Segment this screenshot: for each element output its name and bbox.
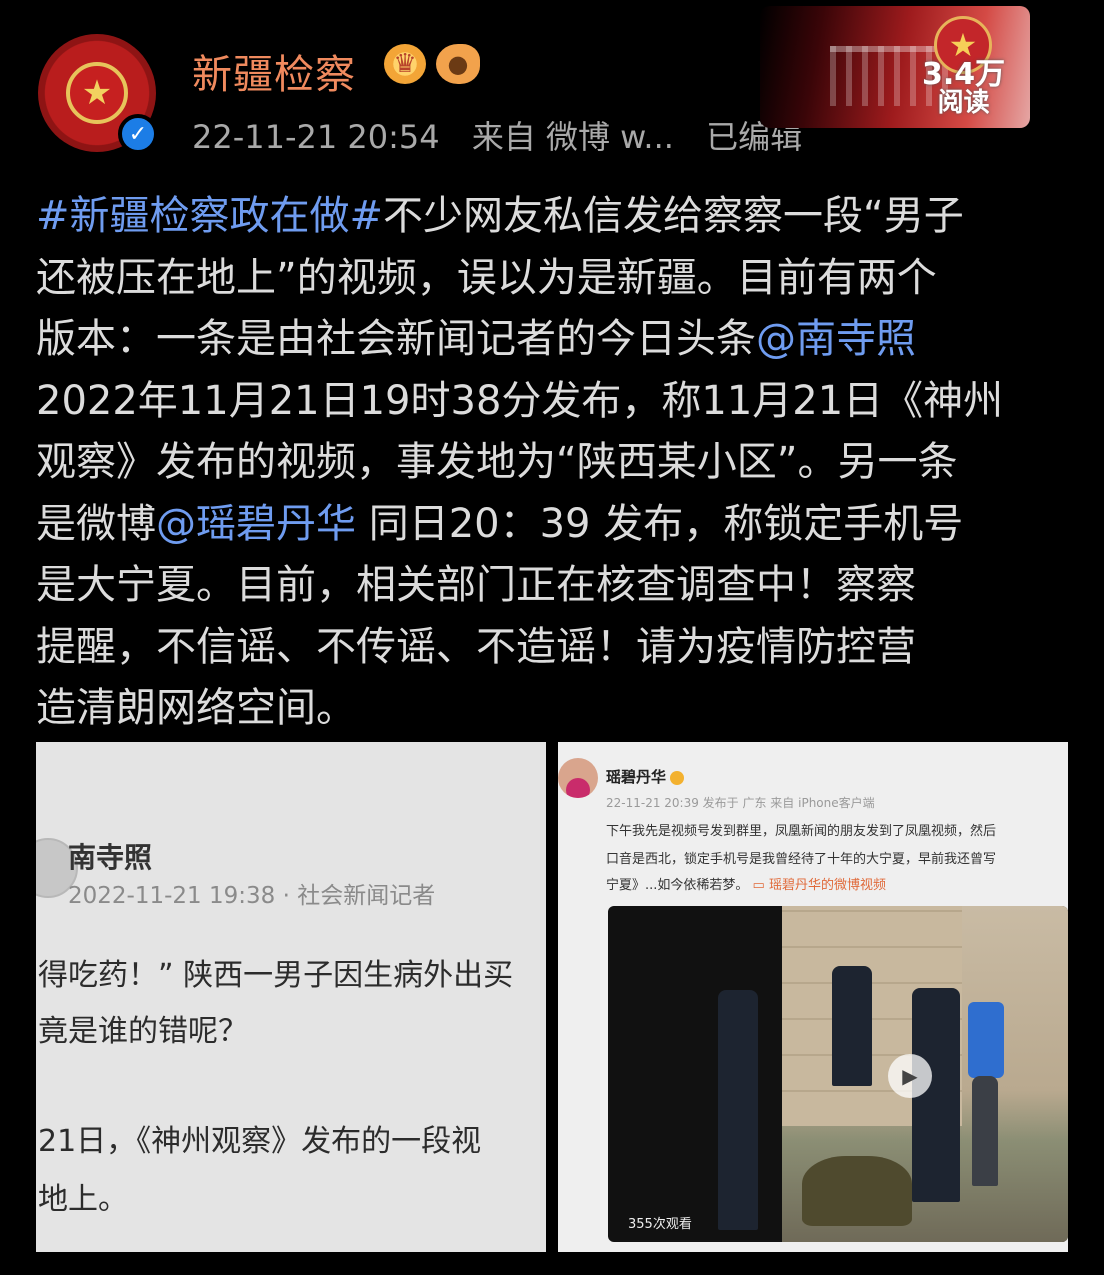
post-text-segment: 造清朗网络空间。 xyxy=(36,685,356,731)
video-thumbnail[interactable]: ▶ 355次观看 xyxy=(608,906,1068,1242)
video-person-vest xyxy=(968,1002,1004,1078)
post-text: #新疆检察政在做#不少网友私信发给察察一段“男子还被压在地上”的视频，误以为是新… xyxy=(36,186,1076,740)
post-text-segment: 不少网友私信发给察察一段“男子 xyxy=(383,193,964,239)
post-text-line: 观察》发布的视频，事发地为“陕西某小区”。另一条 xyxy=(36,432,1076,494)
source[interactable]: 来自 微博 w... xyxy=(472,118,674,156)
post-text-segment: 是微博 xyxy=(36,500,156,547)
post-text-line: 版本：一条是由社会新闻记者的今日头条@南寺照 xyxy=(36,309,1076,371)
post-text-segment: 版本：一条是由社会新闻记者的今日头条 xyxy=(36,316,756,362)
post-text-line: 还被压在地上”的视频，误以为是新疆。目前有两个 xyxy=(36,248,1076,310)
post-text-line: #新疆检察政在做#不少网友私信发给察察一段“男子 xyxy=(36,186,1076,248)
view-count: 355次观看 xyxy=(628,1217,692,1232)
verified-badge-icon: ✓ xyxy=(118,114,158,154)
author-name: 瑶碧丹华 xyxy=(606,766,685,787)
mention-link[interactable]: @南寺照 xyxy=(756,316,916,362)
read-count-number: 3.4万 xyxy=(922,57,1006,92)
post-text-line: 2022年11月21日19时38分发布，称11月21日《神州 xyxy=(36,371,1076,433)
post-line: 宁夏》...如今依稀若梦。 ▭ 瑶碧丹华的微博视频 xyxy=(606,878,886,893)
post-text-line: 提醒，不信谣、不传谣、不造谣！请为疫情防控营 xyxy=(36,617,1076,679)
hashtag-link[interactable]: #新疆检察政在做# xyxy=(36,193,383,239)
post-line: 下午我先是视频号发到群里，凤凰新闻的朋友发到了凤凰视频，然后 xyxy=(606,824,997,839)
username[interactable]: 新疆检察 xyxy=(192,42,356,100)
post-text-segment: 2022年11月21日19时38分发布，称11月21日《神州 xyxy=(36,377,1004,424)
post-text-segment: 提醒，不信谣、不传谣、不造谣！请为疫情防控营 xyxy=(36,623,916,670)
post-text-segment: 是大宁夏。目前，相关部门正在核查调查中！察察 xyxy=(36,562,916,608)
post-text-line: 是微博@瑶碧丹华 同日20：39 发布，称锁定手机号 xyxy=(36,494,1076,556)
post-line: 口音是西北，锁定手机号是我曾经待了十年的大宁夏，早前我还曾写 xyxy=(606,852,997,867)
video-link[interactable]: ▭ 瑶碧丹华的微博视频 xyxy=(753,878,886,893)
author-meta: 2022-11-21 19:38 · 社会新闻记者 xyxy=(68,883,436,909)
fish-badge-icon[interactable]: ● xyxy=(436,44,480,84)
video-person xyxy=(718,990,758,1230)
post-text-line: 造清朗网络空间。 xyxy=(36,678,1076,740)
avatar xyxy=(558,758,598,798)
star-emblem-icon: ★ xyxy=(66,62,128,124)
play-icon[interactable]: ▶ xyxy=(888,1054,932,1098)
post-text-segment: 观察》发布的视频，事发地为“陕西某小区”。另一条 xyxy=(36,439,958,485)
post-text-segment: 同日20：39 发布，称锁定手机号 xyxy=(356,500,964,547)
video-person xyxy=(832,966,872,1086)
post-text-line: 是大宁夏。目前，相关部门正在核查调查中！察察 xyxy=(36,555,1076,617)
author-name: 南寺照 xyxy=(68,841,153,874)
article-line: 得吃药！” 陕西一男子因生病外出买 xyxy=(38,958,514,993)
post-meta: 22-11-21 20:54 来自 微博 w... 已编辑 xyxy=(192,112,824,158)
image-toutiao-screenshot[interactable]: 南寺照 2022-11-21 19:38 · 社会新闻记者 得吃药！” 陕西一男… xyxy=(36,742,546,1252)
video-person xyxy=(972,1076,998,1186)
avatar[interactable]: ★ ✓ xyxy=(38,34,160,156)
read-count: 3.4万 阅读 xyxy=(922,57,1006,118)
article-line: 竟是谁的错呢？ xyxy=(38,1014,248,1049)
mention-link[interactable]: @瑶碧丹华 xyxy=(156,501,356,547)
crown-badge-icon[interactable]: ♛ xyxy=(384,44,426,84)
author-meta: 22-11-21 20:39 发布于 广东 来自 iPhone客户端 xyxy=(606,796,875,810)
timestamp: 22-11-21 20:54 xyxy=(192,118,440,156)
article-line: 21日，《神州观察》发布的一段视 xyxy=(38,1124,482,1159)
article-line: 地上。 xyxy=(38,1182,128,1217)
video-bush xyxy=(802,1156,912,1226)
post-text-segment: 还被压在地上”的视频，误以为是新疆。目前有两个 xyxy=(36,254,937,301)
crown-badge-icon xyxy=(670,770,685,785)
image-weibo-screenshot[interactable]: 瑶碧丹华 22-11-21 20:39 发布于 广东 来自 iPhone客户端 … xyxy=(558,742,1068,1252)
read-count-label: 阅读 xyxy=(937,88,990,118)
